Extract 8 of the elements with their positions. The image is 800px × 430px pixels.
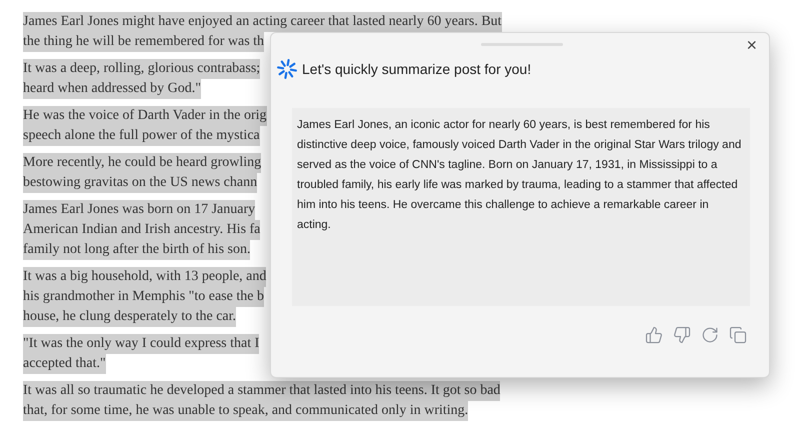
spinner-icon	[276, 58, 298, 80]
thumbs-up-icon[interactable]	[645, 326, 663, 344]
popup-title: Let's quickly summarize post for you!	[302, 60, 532, 79]
refresh-icon[interactable]	[701, 326, 719, 344]
summary-text: James Earl Jones, an iconic actor for nearly 60 years, is best remembered for his distinctive deep voice, famously voiced Darth Vader in the original Star Wars trilogy and served as the voice of CNN's tagline. Born on January 17, 1931, in Mississippi to a troubled family, his early life was marked by trauma, leading to a stammer that affected him into his teens. He overcame this challenge to achieve a remarkable career in acting.	[297, 118, 742, 233]
thumbs-down-icon[interactable]	[673, 326, 691, 344]
close-button[interactable]: ×	[746, 35, 757, 55]
copy-icon[interactable]	[729, 326, 747, 344]
